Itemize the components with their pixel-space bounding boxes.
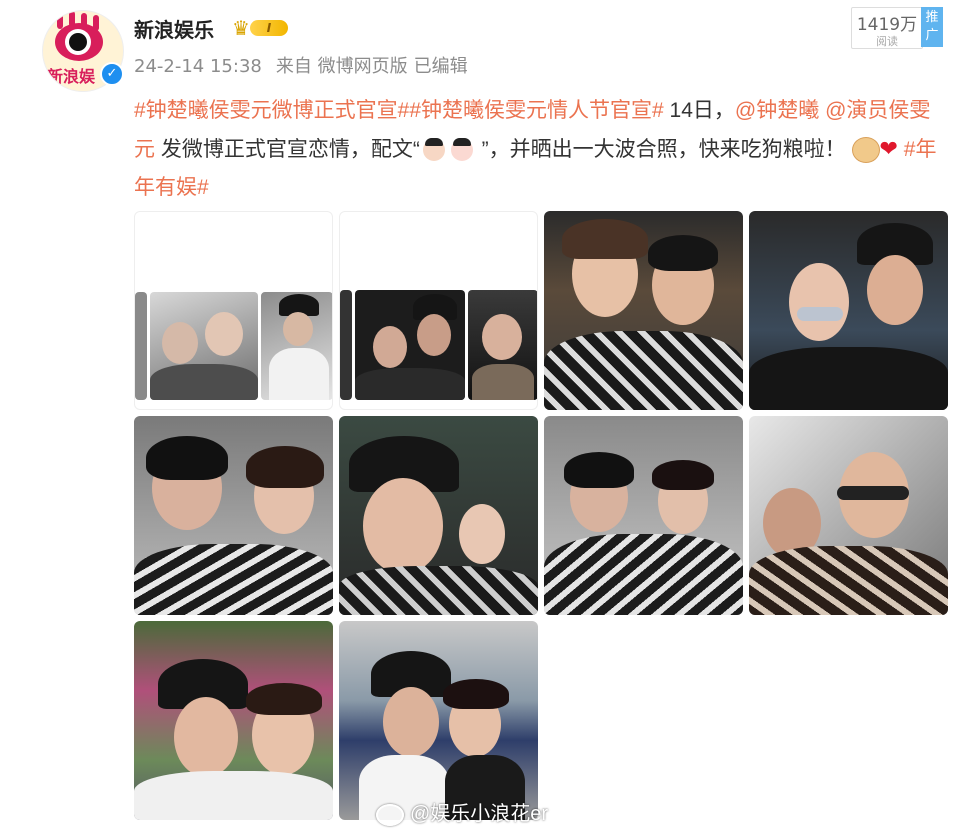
topic-link[interactable]: #钟楚曦侯雯元微博正式官宣# [134, 99, 409, 122]
image-watermark: @娱乐小浪花er [376, 797, 548, 826]
post-text-segment: ”，并晒出一大波合照，快来吃狗粮啦！ [475, 138, 846, 161]
edited-label[interactable]: 已编辑 [414, 56, 468, 77]
read-label: 阅读 [876, 35, 898, 48]
post-text-segment: 14日， [663, 99, 735, 122]
post-image[interactable] [134, 621, 333, 820]
read-count-box: 1419万 阅读 [851, 7, 923, 49]
avatar-logo-text: 新浪娱 [47, 67, 96, 86]
promote-button[interactable]: 推广 [921, 7, 943, 47]
woman-emoji-icon [450, 138, 473, 162]
watermark-text: @娱乐小浪花er [410, 803, 549, 825]
heart-emoji-icon: ❤ [879, 136, 898, 161]
read-count: 1419万 [856, 15, 918, 35]
weibo-logo-icon [376, 803, 404, 826]
post-image[interactable] [134, 211, 333, 410]
verified-check-icon: ✓ [100, 62, 124, 86]
author-name[interactable]: 新浪娱乐 [134, 14, 214, 43]
post-text: #钟楚曦侯雯元微博正式官宣##钟楚曦侯雯元情人节官宣# 14日，@钟楚曦 @演员… [134, 92, 946, 207]
topic-link[interactable]: #钟楚曦侯雯元情人节官宣# [409, 99, 663, 122]
doge-emoji-icon [851, 137, 880, 164]
post-time[interactable]: 24-2-14 15:38 [134, 56, 262, 77]
post-image[interactable] [544, 211, 743, 410]
vip-level: I [250, 20, 288, 36]
post-image[interactable] [749, 416, 948, 615]
post-meta: 24-2-14 15:38 来自 微博网页版 已编辑 [134, 52, 482, 78]
post-image[interactable] [749, 211, 948, 410]
post-image[interactable] [339, 621, 538, 820]
post-image[interactable] [339, 416, 538, 615]
post-source: 来自 微博网页版 [275, 56, 408, 77]
post-text-segment: 发微博正式官宣恋情，配文“ [155, 138, 420, 161]
man-emoji-icon [422, 138, 445, 162]
post-image[interactable] [544, 416, 743, 615]
mention-link[interactable]: @钟楚曦 [735, 99, 819, 122]
post-image[interactable] [134, 416, 333, 615]
post-image[interactable] [339, 211, 538, 410]
vip-badge[interactable]: ♛ I [232, 17, 290, 39]
